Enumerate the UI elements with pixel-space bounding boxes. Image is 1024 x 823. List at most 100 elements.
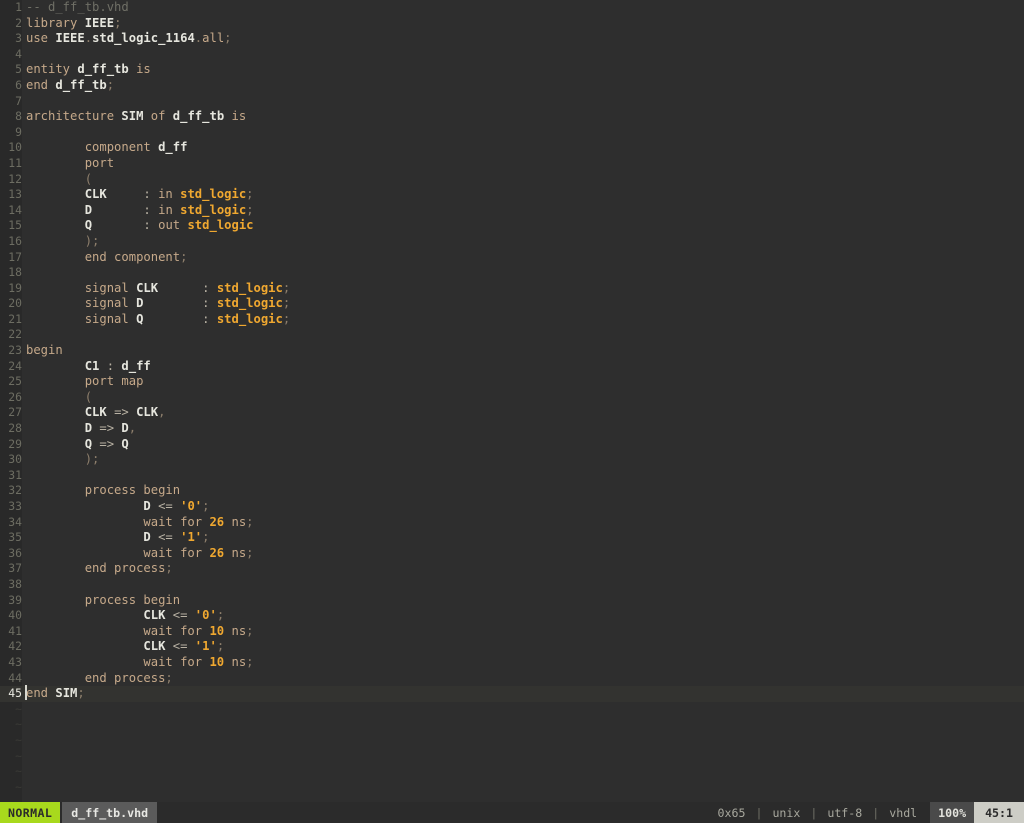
code-token-id: CLK (84, 405, 107, 420)
code-line[interactable]: 45 end SIM; (0, 685, 1024, 702)
code-text: CLK <= '1'; (22, 639, 224, 655)
code-line[interactable]: 36 wait for 26 ns; (0, 546, 1024, 562)
code-line[interactable]: 25 port map (0, 374, 1024, 390)
code-line[interactable]: 44 end process; (0, 671, 1024, 687)
code-token-pun: , (158, 405, 166, 420)
code-line[interactable]: 9 (0, 125, 1024, 141)
line-number: 20 (8, 296, 22, 311)
code-text: D <= '1'; (22, 530, 209, 546)
code-line[interactable]: 2 library IEEE; (0, 16, 1024, 32)
code-token-pun: ; (106, 77, 115, 92)
code-line[interactable]: 12 ( (0, 172, 1024, 188)
code-token-pun: ; (282, 296, 291, 311)
code-token-pun: ); (84, 452, 100, 467)
code-token-pun: ; (180, 249, 188, 264)
code-line[interactable]: 30 ); (0, 452, 1024, 468)
code-line[interactable]: 32 process begin (0, 483, 1024, 499)
code-token-typ: std_logic (180, 187, 247, 202)
code-line[interactable]: 23 begin (0, 343, 1024, 359)
code-text: component d_ff (22, 140, 188, 156)
code-line[interactable]: 6 end d_ff_tb; (0, 78, 1024, 94)
code-line[interactable]: 26 ( (0, 390, 1024, 406)
code-token-id: d_ff (158, 140, 188, 155)
code-token-kw: ns (231, 654, 247, 669)
code-token-id: Q (84, 218, 93, 233)
code-line[interactable]: 41 wait for 10 ns; (0, 624, 1024, 640)
end-of-buffer-marker: ~ (15, 748, 22, 763)
code-line[interactable]: 39 process begin (0, 593, 1024, 609)
code-token-id: std_logic_1164 (92, 31, 195, 46)
code-line[interactable]: 24 C1 : d_ff (0, 359, 1024, 375)
code-token-id: D (121, 421, 129, 436)
code-token-op: : (143, 218, 151, 233)
code-line[interactable]: 37 end process; (0, 561, 1024, 577)
hex-code-value: 0x65 (717, 805, 746, 820)
code-text: ( (22, 172, 92, 188)
code-line[interactable]: 1 -- d_ff_tb.vhd (0, 0, 1024, 16)
code-text: wait for 10 ns; (22, 624, 253, 640)
code-line[interactable]: 5 entity d_ff_tb is (0, 62, 1024, 78)
code-line[interactable]: 35 D <= '1'; (0, 530, 1024, 546)
code-lines-container[interactable]: 1 -- d_ff_tb.vhd 2 library IEEE; 3 use IEEE.s… (0, 0, 1024, 795)
code-token-pun: ; (246, 187, 254, 202)
code-token-op: : (143, 202, 151, 217)
code-token-kw: architecture (26, 109, 115, 124)
code-token-typ: std_logic (180, 202, 247, 217)
line-number: 26 (8, 389, 22, 404)
separator-3: | (872, 805, 880, 820)
code-text: end process; (22, 561, 173, 577)
code-line[interactable]: 10 component d_ff (0, 140, 1024, 156)
code-token-typ: std_logic (187, 218, 254, 233)
code-line[interactable]: 40 CLK <= '0'; (0, 608, 1024, 624)
code-line[interactable]: 17 end component; (0, 250, 1024, 266)
code-token-num: 26 (209, 545, 225, 560)
code-line[interactable]: 27 CLK => CLK, (0, 405, 1024, 421)
code-line[interactable]: 15 Q : out std_logic (0, 218, 1024, 234)
code-token-kw: component (84, 140, 151, 155)
code-line[interactable]: 29 Q => Q (0, 437, 1024, 453)
code-text: wait for 10 ns; (22, 654, 253, 671)
code-token-kw: signal (84, 296, 129, 311)
code-line[interactable]: 21 signal Q : std_logic; (0, 312, 1024, 328)
code-token-typ: std_logic (216, 296, 283, 311)
code-line[interactable]: 19 signal CLK : std_logic; (0, 281, 1024, 297)
file-info-group: 0x65 | unix | utf-8 | vhdl (705, 802, 931, 823)
code-line[interactable]: 8 architecture SIM of d_ff_tb is (0, 109, 1024, 125)
code-line[interactable]: 42 CLK <= '1'; (0, 639, 1024, 655)
code-line[interactable]: 18 (0, 265, 1024, 281)
code-line[interactable]: 34 wait for 26 ns; (0, 515, 1024, 531)
code-token-kw: signal (84, 311, 129, 326)
code-line[interactable]: 33 D <= '0'; (0, 499, 1024, 515)
code-token-kw: port map (84, 374, 144, 389)
code-line[interactable]: 22 (0, 327, 1024, 343)
code-line[interactable]: 38 (0, 577, 1024, 593)
code-token-com: -- d_ff_tb.vhd (26, 0, 129, 14)
code-line[interactable]: 28 D => D, (0, 421, 1024, 437)
code-line[interactable]: 13 CLK : in std_logic; (0, 187, 1024, 203)
code-line[interactable]: 11 port (0, 156, 1024, 172)
code-line[interactable]: 43 wait for 10 ns; (0, 655, 1024, 671)
code-token-pun: ; (224, 31, 232, 46)
code-line[interactable]: 31 (0, 468, 1024, 484)
code-token-pun: . (84, 31, 93, 46)
code-token-pun: ; (246, 202, 254, 217)
code-token-id: D (84, 421, 93, 436)
code-line[interactable]: 20 signal D : std_logic; (0, 296, 1024, 312)
code-token-op: <= (158, 499, 173, 513)
filename-badge[interactable]: d_ff_tb.vhd (62, 802, 158, 823)
code-line[interactable]: 7 (0, 94, 1024, 110)
code-editor-area[interactable]: 1 -- d_ff_tb.vhd 2 library IEEE; 3 use IEEE.s… (0, 0, 1024, 802)
code-token-kw: is (136, 62, 151, 77)
code-line[interactable]: 14 D : in std_logic; (0, 203, 1024, 219)
code-line[interactable]: 4 (0, 47, 1024, 63)
code-line[interactable]: 3 use IEEE.std_logic_1164.all; (0, 31, 1024, 47)
code-line[interactable]: 16 ); (0, 234, 1024, 250)
